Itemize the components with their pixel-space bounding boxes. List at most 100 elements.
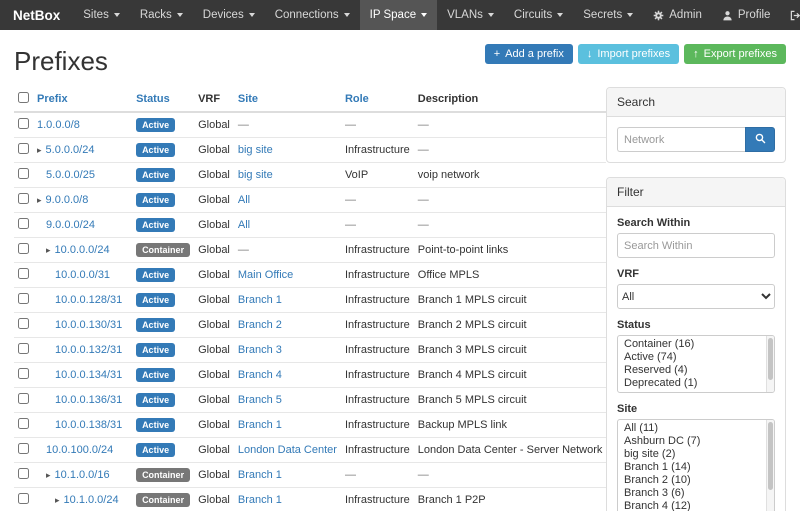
scrollbar[interactable] (766, 420, 774, 511)
column-header-site[interactable]: Site (238, 93, 258, 105)
prefix-link[interactable]: 10.0.0.0/31 (55, 269, 110, 281)
vrf-cell: Global (194, 263, 234, 288)
prefix-link[interactable]: 10.0.0.132/31 (55, 344, 122, 356)
prefix-link[interactable]: 5.0.0.0/25 (46, 169, 95, 181)
listbox-option[interactable]: All (11) (618, 422, 774, 435)
user-icon (722, 10, 733, 21)
prefix-link[interactable]: 9.0.0.0/24 (46, 219, 95, 231)
row-checkbox[interactable] (18, 393, 29, 404)
chevron-down-icon (627, 13, 633, 17)
site-filter-label: Site (617, 403, 775, 415)
select-all-checkbox[interactable] (18, 92, 29, 103)
nav-item-ip-space[interactable]: IP Space (360, 0, 437, 30)
site-link[interactable]: Branch 1 (238, 294, 282, 306)
status-badge: Active (136, 368, 175, 382)
site-link[interactable]: Branch 3 (238, 344, 282, 356)
listbox-option[interactable]: Branch 4 (12) (618, 500, 774, 511)
vrf-select[interactable]: All (617, 284, 775, 309)
site-link[interactable]: Branch 5 (238, 394, 282, 406)
listbox-option[interactable]: Deprecated (1) (618, 377, 774, 390)
site-link[interactable]: Branch 4 (238, 369, 282, 381)
prefix-link[interactable]: 10.0.100.0/24 (46, 444, 113, 456)
nav-item-racks[interactable]: Racks (130, 0, 193, 30)
nav-item-secrets[interactable]: Secrets (573, 0, 643, 30)
search-input[interactable] (617, 127, 745, 152)
row-checkbox[interactable] (18, 468, 29, 479)
row-checkbox[interactable] (18, 168, 29, 179)
site-link[interactable]: Main Office (238, 269, 293, 281)
prefix-link[interactable]: 1.0.0.0/8 (37, 119, 80, 131)
column-header-status[interactable]: Status (136, 93, 170, 105)
site-link[interactable]: Branch 1 (238, 419, 282, 431)
vrf-cell: Global (194, 112, 234, 138)
prefix-link[interactable]: 9.0.0.0/8 (46, 194, 89, 206)
brand-logo[interactable]: NetBox (0, 0, 73, 30)
nav-item-admin[interactable]: Admin (643, 0, 712, 30)
row-checkbox[interactable] (18, 193, 29, 204)
import-prefixes-button[interactable]: ↓ Import prefixes (578, 44, 679, 64)
site-link[interactable]: big site (238, 144, 273, 156)
expand-arrow-icon[interactable]: ▸ (46, 470, 51, 480)
role-cell: Infrastructure (341, 363, 414, 388)
prefix-link[interactable]: 10.0.0.138/31 (55, 419, 122, 431)
row-checkbox[interactable] (18, 293, 29, 304)
listbox-option[interactable]: big site (2) (618, 448, 774, 461)
row-checkbox[interactable] (18, 143, 29, 154)
expand-arrow-icon[interactable]: ▸ (37, 195, 42, 205)
site-link[interactable]: All (238, 219, 250, 231)
nav-item-devices[interactable]: Devices (193, 0, 265, 30)
status-filter-label: Status (617, 319, 775, 331)
prefix-link[interactable]: 10.0.0.130/31 (55, 319, 122, 331)
export-prefixes-button[interactable]: ↑ Export prefixes (684, 44, 786, 64)
column-header-prefix[interactable]: Prefix (37, 93, 68, 105)
listbox-option[interactable]: Branch 2 (10) (618, 474, 774, 487)
listbox-option[interactable]: Ashburn DC (7) (618, 435, 774, 448)
add-prefix-button[interactable]: + Add a prefix (485, 44, 573, 64)
row-checkbox[interactable] (18, 243, 29, 254)
listbox-option[interactable]: Active (74) (618, 351, 774, 364)
row-checkbox[interactable] (18, 493, 29, 504)
search-within-input[interactable] (617, 233, 775, 258)
expand-arrow-icon[interactable]: ▸ (46, 245, 51, 255)
prefix-link[interactable]: 10.1.0.0/24 (64, 494, 119, 506)
site-link[interactable]: Branch 1 (238, 494, 282, 506)
nav-item-connections[interactable]: Connections (265, 0, 360, 30)
listbox-option[interactable]: Container (16) (618, 338, 774, 351)
prefix-link[interactable]: 10.0.0.134/31 (55, 369, 122, 381)
expand-arrow-icon[interactable]: ▸ (55, 495, 60, 505)
nav-item-circuits[interactable]: Circuits (504, 0, 573, 30)
listbox-option[interactable]: Branch 1 (14) (618, 461, 774, 474)
search-button[interactable] (745, 127, 775, 152)
row-checkbox[interactable] (18, 443, 29, 454)
nav-item-vlans[interactable]: VLANs (437, 0, 504, 30)
site-listbox[interactable]: All (11)Ashburn DC (7)big site (2)Branch… (617, 419, 775, 511)
row-checkbox[interactable] (18, 418, 29, 429)
prefix-link[interactable]: 10.1.0.0/16 (55, 469, 110, 481)
site-link[interactable]: Branch 2 (238, 319, 282, 331)
prefix-link[interactable]: 5.0.0.0/24 (46, 144, 95, 156)
listbox-option[interactable]: Reserved (4) (618, 364, 774, 377)
status-listbox[interactable]: Container (16)Active (74)Reserved (4)Dep… (617, 335, 775, 393)
site-link[interactable]: All (238, 194, 250, 206)
prefix-link[interactable]: 10.0.0.128/31 (55, 294, 122, 306)
expand-arrow-icon[interactable]: ▸ (37, 145, 42, 155)
nav-item-sites[interactable]: Sites (73, 0, 130, 30)
row-checkbox[interactable] (18, 218, 29, 229)
nav-item-logout[interactable]: Log out (780, 0, 800, 30)
row-checkbox[interactable] (18, 368, 29, 379)
site-link[interactable]: big site (238, 169, 273, 181)
prefix-link[interactable]: 10.0.0.136/31 (55, 394, 122, 406)
site-link[interactable]: London Data Center (238, 444, 337, 456)
nav-item-profile[interactable]: Profile (712, 0, 781, 30)
status-badge: Active (136, 343, 175, 357)
prefix-link[interactable]: 10.0.0.0/24 (55, 244, 110, 256)
listbox-option[interactable]: Branch 3 (6) (618, 487, 774, 500)
role-cell: — (341, 463, 414, 488)
column-header-role[interactable]: Role (345, 93, 369, 105)
scrollbar[interactable] (766, 336, 774, 392)
row-checkbox[interactable] (18, 118, 29, 129)
row-checkbox[interactable] (18, 268, 29, 279)
row-checkbox[interactable] (18, 343, 29, 354)
site-link[interactable]: Branch 1 (238, 469, 282, 481)
row-checkbox[interactable] (18, 318, 29, 329)
